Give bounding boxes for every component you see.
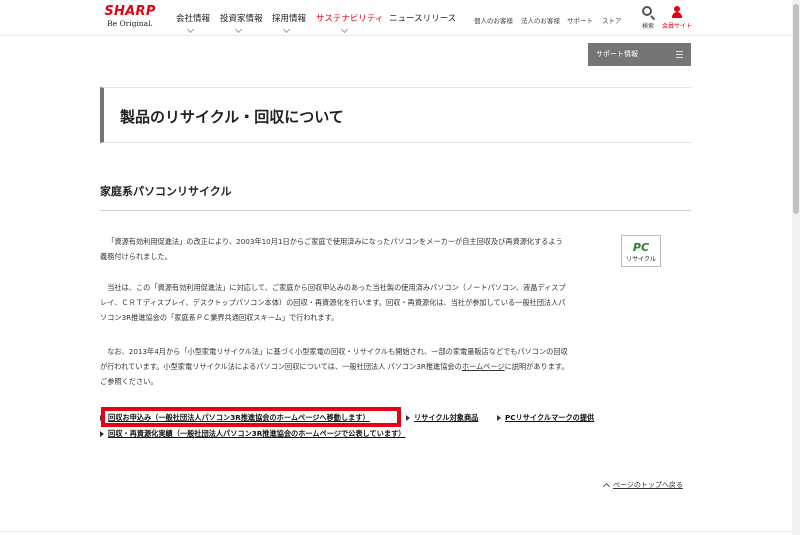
nav-sustainability[interactable]: サステナビリティ	[316, 12, 383, 24]
logo-wordmark: SHARP	[104, 4, 156, 19]
link-recycling-results[interactable]: 回収・再資源化実績（一般社団法人パソコン3R推進協会のホームページで公表していま…	[100, 429, 405, 439]
pc3r-homepage-link[interactable]: ホームページ	[462, 362, 505, 371]
search-label: 検索	[641, 23, 654, 30]
support-label: サポート情報	[596, 50, 638, 58]
page-top-label: ページのトップへ戻る	[613, 481, 683, 489]
chevron-down-icon	[340, 25, 349, 34]
divider	[0, 531, 792, 532]
link-recycle-mark[interactable]: PCリサイクルマークの提供	[497, 413, 594, 423]
chevron-down-icon	[234, 25, 243, 34]
pc-mark-text: リサイクル	[626, 256, 656, 263]
link-target-products[interactable]: リサイクル対象商品	[406, 413, 478, 423]
sharp-logo[interactable]: SHARP Be Original.	[98, 5, 162, 29]
menu-icon	[676, 51, 683, 58]
chevron-down-icon	[282, 25, 291, 34]
paragraph-small-appliance: なお、2013年4月から「小型家電リサイクル法」に基づく小型家電の回収・リサイク…	[100, 344, 570, 389]
pc-recycle-mark-logo: PC リサイクル	[621, 235, 661, 267]
search-button[interactable]: 検索	[637, 6, 659, 32]
support-menu-button[interactable]: サポート情報	[588, 43, 691, 66]
arrow-right-icon	[497, 415, 501, 421]
nav-investors[interactable]: 投資家情報	[220, 12, 263, 24]
subnav-personal[interactable]: 個人のお客様	[474, 15, 513, 25]
pc-mark: PC	[632, 241, 650, 254]
highlight-box	[101, 407, 401, 427]
link-label: PCリサイクルマークの提供	[505, 413, 595, 422]
title-box: 製品のリサイクル・回収について	[100, 87, 691, 143]
vertical-scrollbar[interactable]	[792, 0, 800, 535]
search-icon	[642, 6, 656, 21]
chevron-up-icon	[602, 482, 611, 490]
subnav-support[interactable]: サポート	[567, 15, 593, 25]
paragraph-recycling-scheme: 当社は、この「資源有効利用促進法」に対応して、ご家庭から回収申込みのあった当社製…	[100, 283, 566, 322]
member-site-button[interactable]: 会員サイト	[661, 6, 693, 32]
scroll-thumb[interactable]	[793, 4, 799, 214]
site-header: SHARP Be Original. 会社情報 投資家情報 採用情報 サステナビ…	[0, 0, 792, 36]
nav-careers[interactable]: 採用情報	[272, 12, 306, 24]
link-label: 回収・再資源化実績（一般社団法人パソコン3R推進協会のホームページで公表していま…	[108, 429, 406, 438]
nav-news[interactable]: ニュースリリース	[389, 12, 456, 24]
nav-company[interactable]: 会社情報	[176, 12, 210, 24]
arrow-right-icon	[100, 431, 104, 437]
page-top-link[interactable]: ページのトップへ戻る	[602, 480, 683, 490]
subnav-business[interactable]: 法人のお客様	[521, 15, 560, 25]
link-label: リサイクル対象商品	[414, 413, 479, 422]
subnav-store[interactable]: ストア	[602, 15, 622, 25]
section-heading: 家庭系パソコンリサイクル	[100, 185, 232, 198]
logo-tagline: Be Original.	[107, 19, 153, 28]
chevron-down-icon	[186, 25, 195, 34]
arrow-right-icon	[406, 415, 410, 421]
page-title: 製品のリサイクル・回収について	[120, 108, 344, 126]
divider	[100, 210, 691, 211]
person-icon	[671, 6, 683, 18]
paragraph-law-revision: 「資源有効利用促進法」の改正により、2003年10月1日からご家庭で使用済みにな…	[100, 237, 563, 261]
member-label: 会員サイト	[661, 23, 692, 30]
